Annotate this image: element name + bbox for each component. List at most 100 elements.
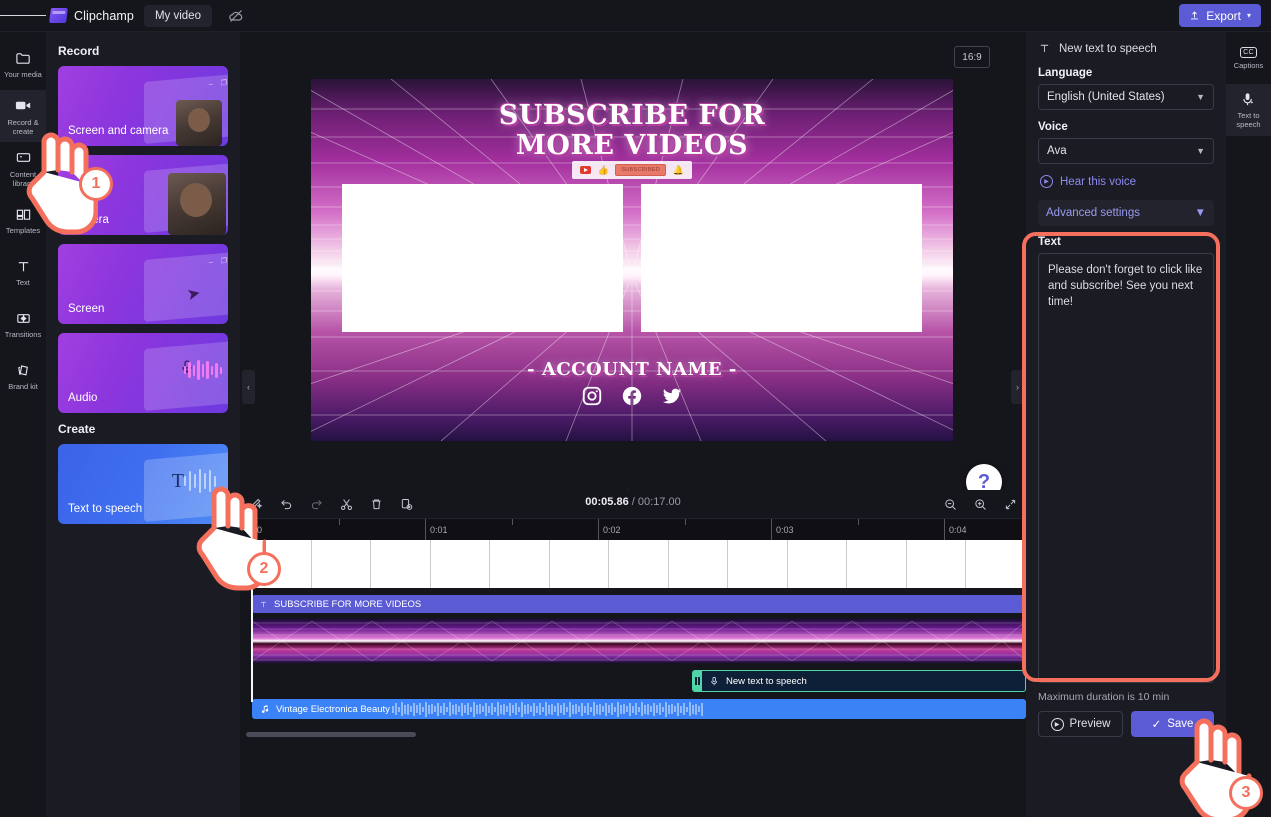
collapse-left-panel-button[interactable]: ‹ (242, 370, 255, 404)
sidebar-label: Content library (9, 169, 37, 188)
video-clip-thumbnail (252, 619, 1026, 663)
sidebar-item-content-library[interactable]: Content library (0, 142, 46, 194)
video-clip[interactable] (252, 619, 1026, 663)
text-t-icon (15, 257, 32, 275)
check-icon: ✓ (1151, 719, 1162, 731)
fit-to-screen-icon[interactable] (1002, 496, 1018, 512)
rail-item-captions[interactable]: CC Captions (1226, 32, 1271, 84)
preview-label: Preview (1069, 718, 1111, 730)
thumbnail-strip[interactable] (252, 540, 1026, 588)
hear-this-voice-button[interactable]: ▶ Hear this voice (1040, 175, 1214, 188)
sidebar-item-record-and-create[interactable]: Record & create (0, 90, 46, 142)
clip-label: SUBSCRIBE FOR MORE VIDEOS (274, 598, 422, 610)
left-rail: Your media Record & create Content libra… (0, 32, 46, 817)
hamburger-icon[interactable] (0, 0, 46, 32)
waveform-icon (183, 468, 216, 494)
voice-select[interactable]: Ava ▼ (1038, 138, 1214, 164)
panel-title: New text to speech (1059, 42, 1157, 55)
subscribed-badge: SUBSCRIBED (615, 164, 667, 176)
undo-icon[interactable] (278, 496, 294, 512)
delete-trash-icon[interactable] (368, 496, 384, 512)
clip-label: New text to speech (726, 675, 807, 687)
cloud-off-icon[interactable] (226, 6, 246, 26)
chevron-down-icon: ▼ (1196, 92, 1205, 102)
sidebar-label: Templates (5, 226, 41, 235)
zoom-in-icon[interactable] (972, 496, 988, 512)
sidebar-label: Your media (4, 70, 42, 79)
sidebar-item-text[interactable]: Text (0, 246, 46, 298)
timeline-scrollbar[interactable] (246, 732, 416, 737)
sidebar-item-your-media[interactable]: Your media (0, 38, 46, 90)
voice-label: Voice (1038, 121, 1068, 133)
youtube-icon (580, 166, 592, 174)
save-button[interactable]: ✓ Save (1131, 711, 1214, 737)
avatar (168, 173, 226, 235)
topbar-right: Export ▾ (1179, 4, 1271, 27)
magic-wand-icon[interactable] (248, 496, 264, 512)
text-overlay-clip[interactable]: SUBSCRIBE FOR MORE VIDEOS (252, 595, 1026, 613)
camera-card[interactable]: Camera (58, 155, 228, 235)
brand-kit-icon (15, 361, 32, 379)
timeline-toolbar: 00:05.86 / 00:17.00 (240, 490, 1026, 518)
panel-header: New text to speech (1038, 42, 1214, 55)
sidebar-label: Transitions (4, 330, 42, 339)
card-label: Screen (68, 303, 105, 315)
current-time: 00:05.86 (585, 496, 629, 508)
twitter-icon (660, 384, 684, 408)
max-duration-hint: Maximum duration is 10 min (1038, 691, 1170, 703)
library-icon (15, 149, 32, 167)
cc-icon: CC (1239, 46, 1258, 58)
screen-card[interactable]: – ❐ ➤ Screen (58, 244, 228, 324)
card-label: Audio (68, 392, 98, 404)
language-select[interactable]: English (United States) ▼ (1038, 84, 1214, 110)
text-to-speech-card[interactable]: T Text to speech (58, 444, 228, 524)
aspect-ratio-button[interactable]: 16:9 (954, 46, 990, 68)
playhead[interactable] (251, 518, 253, 702)
sidebar-label: Text (16, 278, 30, 287)
text-to-speech-clip[interactable]: New text to speech (692, 670, 1026, 692)
export-button[interactable]: Export ▾ (1179, 4, 1261, 27)
collapse-right-panel-button[interactable]: › (1011, 370, 1024, 404)
timeline-ruler[interactable]: 0 0:01 0:02 0:03 0:04 (252, 518, 1026, 540)
avatar (176, 100, 222, 146)
play-icon: ▶ (1050, 717, 1064, 731)
record-heading: Record (58, 44, 100, 58)
clip-trim-handle[interactable] (693, 671, 702, 691)
total-time: 00:17.00 (637, 496, 681, 508)
tts-text-input[interactable]: Please don't forget to click like and su… (1038, 253, 1214, 683)
split-scissors-icon[interactable] (338, 496, 354, 512)
ruler-tick: 0 (252, 519, 262, 540)
ruler-tick: 0:04 (944, 519, 967, 540)
placeholder-box-left (342, 184, 623, 332)
language-value: English (United States) (1047, 91, 1165, 103)
rail-item-text-to-speech[interactable]: Text to speech (1226, 84, 1271, 136)
sidebar-label: Brand kit (8, 382, 38, 391)
sidebar-item-brand-kit[interactable]: Brand kit (0, 350, 46, 402)
ruler-tick: 0:02 (598, 519, 621, 540)
zoom-out-icon[interactable] (942, 496, 958, 512)
sidebar-item-transitions[interactable]: Transitions (0, 298, 46, 350)
music-clip[interactable]: Vintage Electronica Beauty (252, 699, 1026, 719)
video-preview[interactable]: SUBSCRIBE FOR MORE VIDEOS 👍 SUBSCRIBED 🔔… (311, 79, 953, 441)
tts-track-row: New text to speech (252, 670, 1026, 692)
sidebar-item-templates[interactable]: Templates (0, 194, 46, 246)
project-tab[interactable]: My video (143, 4, 212, 27)
redo-icon[interactable] (308, 496, 324, 512)
sidebar-label: Record & create (7, 117, 39, 136)
waveform-icon (183, 359, 222, 381)
advanced-settings-label: Advanced settings (1046, 207, 1140, 219)
clipchamp-logo-icon (49, 8, 68, 23)
card-label: Screen and camera (68, 125, 169, 137)
audio-card[interactable]: Audio (58, 333, 228, 413)
text-to-speech-panel: New text to speech Language English (Uni… (1026, 32, 1226, 817)
preview-button[interactable]: ▶ Preview (1038, 711, 1123, 737)
brand: Clipchamp (46, 8, 144, 23)
advanced-settings-toggle[interactable]: Advanced settings ▼ (1038, 200, 1214, 226)
hear-voice-label: Hear this voice (1060, 175, 1137, 188)
video-camera-icon (14, 97, 33, 115)
timeline: 00:05.86 / 00:17.00 0 0:01 0:02 0:03 0:0… (240, 490, 1026, 817)
video-title-line2: MORE VIDEOS (516, 130, 748, 161)
screen-and-camera-card[interactable]: – ❐ Screen and camera (58, 66, 228, 146)
duplicate-icon[interactable] (398, 496, 414, 512)
ruler-tick: 0:01 (425, 519, 448, 540)
